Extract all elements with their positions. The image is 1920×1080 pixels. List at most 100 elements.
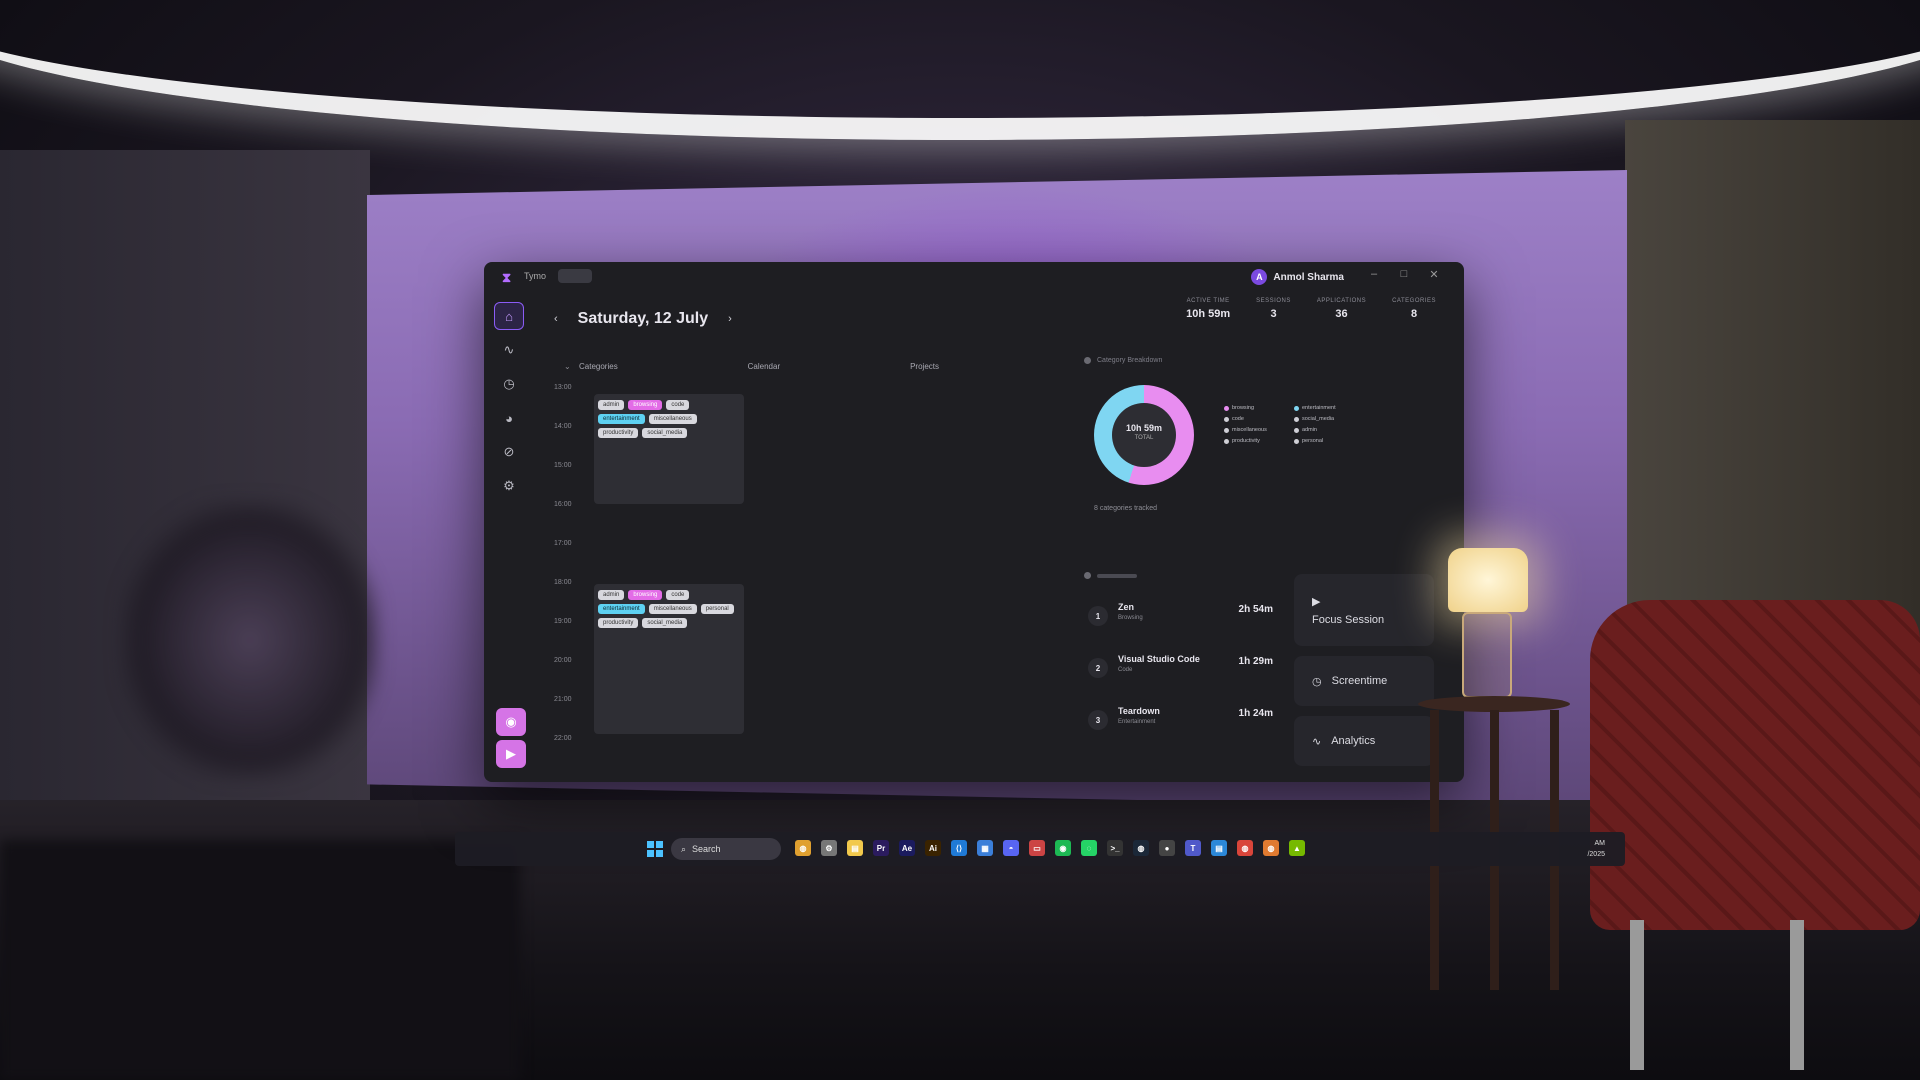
play-button[interactable]: ▶: [496, 740, 526, 768]
legend-item: miscellaneous: [1224, 427, 1284, 433]
legend-label: productivity: [1232, 438, 1260, 444]
app-name: Visual Studio Code: [1118, 654, 1200, 664]
page-title: Saturday, 12 July: [577, 310, 709, 327]
app-list-item[interactable]: 3 Teardown Entertainment 1h 24m: [1088, 696, 1273, 740]
legend-item: social_media: [1294, 416, 1354, 422]
analytics-label: Analytics: [1331, 735, 1376, 747]
taskbar-aftereffects-icon[interactable]: Ae: [899, 840, 915, 856]
category-tag: productivity: [598, 428, 639, 438]
taskbar-terminal-icon[interactable]: >_: [1107, 840, 1123, 856]
next-day-button[interactable]: ›: [728, 313, 732, 325]
trend-icon: ∿: [503, 342, 515, 357]
sidebar-item-settings[interactable]: ⚙: [494, 472, 524, 500]
legend-swatch: [1294, 427, 1299, 433]
activity-block[interactable]: admin browsing code entertainment miscellane…: [594, 394, 744, 504]
taskbar-search[interactable]: ⌕ Search: [671, 838, 781, 860]
app-category: Browsing: [1118, 615, 1143, 621]
taskbar-illustrator-icon[interactable]: Ai: [925, 840, 941, 856]
donut-total-label: TOTAL: [1134, 435, 1154, 441]
taskbar-store-icon[interactable]: ▦: [977, 840, 993, 856]
legend-swatch: [1294, 405, 1299, 411]
app-time: 2h 54m: [1238, 604, 1273, 615]
ceiling-light: [0, 0, 1920, 140]
legend-item: code: [1224, 416, 1284, 422]
eye-button[interactable]: ◉: [496, 708, 526, 736]
sidebar-item-home[interactable]: ⌂: [494, 302, 524, 330]
title-bar: ⧗ Tymo A Anmol Sharma – □ ✕: [484, 262, 1464, 292]
sidebar-item-pie[interactable]: ◕: [494, 404, 524, 432]
taskbar-explorer-icon[interactable]: ▤: [847, 840, 863, 856]
prev-day-button[interactable]: ‹: [554, 313, 558, 325]
time-tick: 16:00: [554, 501, 572, 508]
time-tick: 15:00: [554, 462, 572, 469]
stat-categories: CATEGORIES 8: [1392, 298, 1436, 320]
stat-applications: APPLICATIONS 36: [1317, 298, 1366, 320]
pie-icon: [1084, 357, 1091, 364]
tab-calendar[interactable]: Calendar: [748, 362, 780, 371]
category-tag: productivity: [598, 618, 639, 628]
user-profile[interactable]: A Anmol Sharma: [1251, 269, 1344, 285]
app-name: Tymo: [524, 271, 547, 281]
taskbar-premiere-icon[interactable]: Pr: [873, 840, 889, 856]
chair-leg: [1630, 920, 1644, 1070]
legend-label: browsing: [1232, 405, 1255, 411]
sidebar-item-block[interactable]: ⊘: [494, 438, 524, 466]
blurred-object: [120, 500, 380, 780]
block-icon: ⊘: [503, 444, 515, 459]
system-tray[interactable]: AM /2025: [1587, 838, 1605, 860]
start-tile: [656, 850, 663, 857]
legend-item: personal: [1294, 438, 1354, 444]
taskbar-chrome-2-icon[interactable]: ◍: [1237, 840, 1253, 856]
collapse-icon[interactable]: ⌄: [564, 362, 571, 371]
category-tag: miscellaneous: [648, 414, 697, 424]
taskbar-whatsapp-icon[interactable]: ◌: [1081, 840, 1097, 856]
taskbar-vscode-icon[interactable]: ⟨⟩: [951, 840, 967, 856]
app-time: 1h 24m: [1238, 708, 1273, 719]
legend-label: code: [1232, 416, 1244, 422]
focus-session-button[interactable]: ▶ Focus Session: [1294, 574, 1434, 646]
taskbar-mail-icon[interactable]: ▭: [1029, 840, 1045, 856]
timeline: 13:00 14:00 15:00 16:00 17:00 18:00 19:00 20:00…: [554, 384, 1074, 774]
close-icon[interactable]: ✕: [1426, 268, 1442, 284]
analytics-button[interactable]: ∿ Analytics: [1294, 716, 1434, 766]
app-list-item[interactable]: 1 Zen Browsing 2h 54m: [1088, 592, 1273, 636]
home-icon: ⌂: [505, 308, 513, 324]
legend-item: entertainment: [1294, 405, 1354, 411]
taskbar-files-icon[interactable]: ▤: [1211, 840, 1227, 856]
legend-item: browsing: [1224, 405, 1284, 411]
category-tag: personal: [700, 604, 734, 614]
pie-icon: ◕: [505, 410, 513, 426]
start-button[interactable]: [647, 841, 663, 857]
play-icon: ▶: [506, 746, 516, 761]
taskbar-discord-icon[interactable]: ◓: [1003, 840, 1019, 856]
app-list-item[interactable]: 2 Visual Studio Code Code 1h 29m: [1088, 644, 1273, 688]
legend-label: social_media: [1302, 416, 1335, 422]
taskbar-teams-icon[interactable]: T: [1185, 840, 1201, 856]
taskbar-chrome-3-icon[interactable]: ◍: [1263, 840, 1279, 856]
taskbar-steam-icon[interactable]: ◍: [1133, 840, 1149, 856]
tab-projects[interactable]: Projects: [910, 362, 939, 371]
taskbar-settings-icon[interactable]: ⚙: [821, 840, 837, 856]
taskbar-obs-icon[interactable]: ●: [1159, 840, 1175, 856]
breakdown-title: Category Breakdown: [1097, 357, 1163, 364]
tab-categories[interactable]: Categories: [579, 362, 618, 371]
sidebar-item-clock[interactable]: ◷: [494, 370, 524, 398]
taskbar-spotify-icon[interactable]: ◉: [1055, 840, 1071, 856]
time-tick: 20:00: [554, 657, 572, 664]
sidebar-item-trend[interactable]: ∿: [494, 336, 524, 364]
top-apps-header: [1084, 572, 1137, 579]
categories-tracked: 8 categories tracked: [1094, 505, 1158, 512]
taskbar-chrome-icon[interactable]: ◍: [795, 840, 811, 856]
maximize-icon[interactable]: □: [1396, 268, 1412, 284]
stat-label: APPLICATIONS: [1316, 298, 1367, 304]
screentime-button[interactable]: ◷ Screentime: [1294, 656, 1434, 706]
eye-icon: ◉: [505, 714, 517, 729]
category-breakdown: Category Breakdown 10h 59m TOTAL browsin…: [1084, 357, 1444, 557]
taskbar-nvidia-icon[interactable]: ▲: [1289, 840, 1305, 856]
minimize-icon[interactable]: –: [1366, 268, 1382, 284]
time-tick: 13:00: [554, 384, 572, 391]
time-tick: 14:00: [554, 423, 572, 430]
activity-block[interactable]: admin browsing code entertainment miscellane…: [594, 584, 744, 734]
settings-icon: ⚙: [503, 478, 515, 493]
legend-item: admin: [1294, 427, 1354, 433]
